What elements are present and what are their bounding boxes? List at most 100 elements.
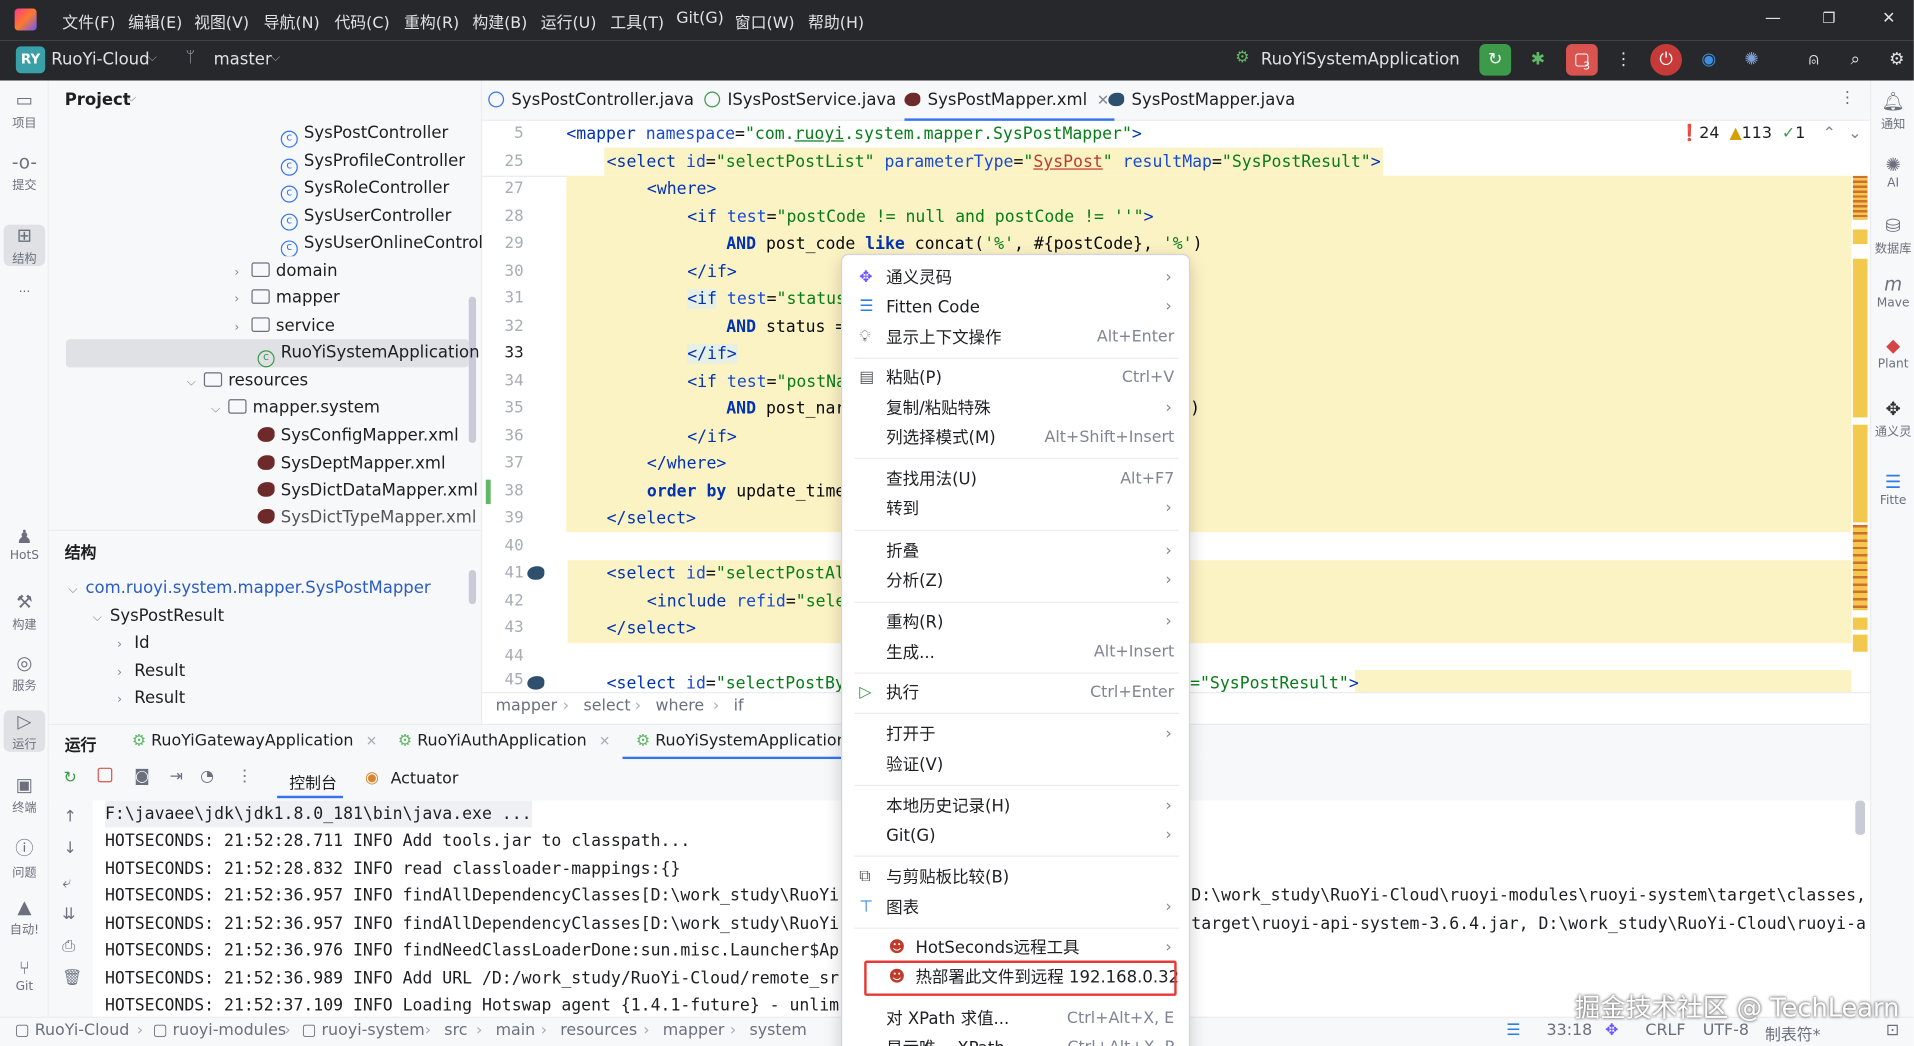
menu-item-folding[interactable]: 折叠 › [842,537,1189,566]
scrollbar-thumb[interactable] [1855,800,1866,835]
close-tab-icon[interactable]: ✕ [599,734,610,750]
project-badge[interactable]: RY [15,46,46,74]
tool-ai[interactable]: ✺ AI [1871,154,1914,191]
tab-syspostcontroller[interactable]: SysPostController.java [488,81,694,121]
tab-isyspostservice[interactable]: ISysPostService.java [704,81,896,121]
structure-item[interactable]: › Id [117,630,149,657]
menu-item-goto[interactable]: 转到 › [842,494,1189,523]
tree-item[interactable]: c SysRoleController [280,175,449,203]
tree-item[interactable]: › mapper [234,284,339,311]
settings-gear-icon[interactable]: ⚙ [1881,44,1913,76]
menu-refactor[interactable]: 重构(R) [404,10,459,33]
menu-item-generate[interactable]: 生成... Alt+Insert [842,638,1189,667]
search-icon[interactable]: ⌕ [1839,44,1871,76]
menu-item-diagrams[interactable]: ⊤ 图表 › [842,893,1189,922]
tree-item[interactable]: › domain [234,258,337,285]
scroll-end-icon[interactable]: ⇊ [62,906,75,924]
code-line[interactable]: </if> [687,259,737,286]
status-path-item[interactable]: ▢ ruoyi-system [301,1022,424,1040]
tool-project[interactable]: ▭ 项目 [0,89,49,130]
menu-item-column-mode[interactable]: 列选择模式(M) Alt+Shift+Insert [842,424,1189,453]
close-tab-icon[interactable]: ✕ [366,734,377,750]
code-line[interactable]: <select id="selectPostList" parameterTyp… [607,149,1381,176]
menu-tools[interactable]: 工具(T) [610,10,664,33]
code-line[interactable]: <if test="postCode != null and postCode … [687,204,1153,231]
menu-item-compare-clipboard[interactable]: ⧉ 与剪贴板比较(B) [842,863,1189,892]
close-window-button[interactable]: ✕ [1882,10,1895,28]
wrap-icon[interactable]: ⤶ [62,874,71,892]
chevron-down-icon[interactable]: ⌄ [1848,124,1861,142]
tree-item[interactable]: ⌵ mapper.system [211,394,380,421]
tool-tongyi[interactable]: ✥ 通义灵 [1871,398,1914,439]
code-line[interactable]: AND status = [726,314,841,341]
code-line[interactable]: order by update_time [647,478,841,505]
menu-navigate[interactable]: 导航(N) [264,10,320,33]
menu-item-git[interactable]: Git(G) › [842,821,1189,850]
inspection-widget[interactable]: ❗24 ▲113 ✓1 ⌃ ⌄ [1680,124,1862,142]
tabs-more-icon[interactable]: ⋮ [1839,89,1855,107]
tree-item[interactable]: c SysProfileController [280,148,465,176]
tool-maven[interactable]: m Mave [1871,273,1914,310]
menu-item-local-history[interactable]: 本地历史记录(H) › [842,792,1189,821]
run-config-selector[interactable]: RuoYiSystemApplication [1261,50,1460,70]
menu-item-context-actions[interactable]: 💡︎ 显示上下文操作 Alt+Enter [842,323,1189,352]
tree-item[interactable]: c SysUserOnlineControlle [280,229,482,257]
status-path-item[interactable]: mapper [663,1022,725,1040]
status-path-item[interactable]: ▢ RuoYi-Cloud [15,1022,130,1040]
tree-item[interactable]: c SysPostController [280,120,448,148]
menu-item-fitten[interactable]: ☰ Fitten Code › [842,293,1189,322]
tab-syspostmapper-xml[interactable]: SysPostMapper.xml ✕ [904,81,1115,121]
rerun-icon[interactable]: ↻ [1479,43,1512,76]
maximize-button[interactable]: ❐ [1822,10,1835,27]
rerun-icon[interactable]: ↻ [63,769,76,787]
tree-item[interactable]: › service [234,312,335,339]
menu-item-tongyi[interactable]: ✥ 通义灵码 › [842,264,1189,293]
menu-edit[interactable]: 编辑(E) [128,10,182,33]
print-icon[interactable]: ⎙ [62,937,75,955]
run-tab-system[interactable]: ⚙ RuoYiSystemApplication [636,732,841,750]
code-line[interactable]: </where> [647,450,726,477]
trash-icon[interactable]: 🗑︎ [62,969,82,987]
tool-services[interactable]: ◎ 服务 [0,652,49,693]
code-line[interactable]: </if> [687,341,737,368]
status-path-item[interactable]: system [749,1022,806,1040]
add-user-icon[interactable]: ⍝ [1798,44,1830,76]
fitten-status-icon[interactable]: ☰ [1506,1022,1520,1040]
scrollbar-thumb[interactable] [468,569,477,605]
status-path-item[interactable]: resources [560,1022,637,1040]
menu-code[interactable]: 代码(C) [334,10,389,33]
arrow-down-icon[interactable]: ↓ [63,840,76,858]
tree-item[interactable]: SysDictTypeMapper.xml [257,504,476,528]
menu-item-open-in[interactable]: 打开于 › [842,720,1189,749]
tool-run[interactable]: ▷ 运行 [3,710,46,752]
stop-icon[interactable] [97,767,113,783]
chevron-up-icon[interactable]: ⌃ [1823,124,1836,142]
menu-item-analyze[interactable]: 分析(Z) › [842,566,1189,595]
breadcrumb-item[interactable]: select [583,697,630,715]
run-tab-gateway[interactable]: ⚙ RuoYiGatewayApplication ✕ [132,732,377,750]
tool-more[interactable]: ··· [0,286,49,299]
code-line[interactable]: <include refid="sele [647,588,841,615]
tree-item[interactable]: SysDictDataMapper.xml [257,477,478,504]
structure-item[interactable]: › Result [117,658,185,685]
tree-item[interactable]: SysDeptMapper.xml [257,450,446,477]
run-tab-auth[interactable]: ⚙ RuoYiAuthApplication ✕ [398,732,610,750]
status-path-item[interactable]: main [496,1022,536,1040]
tool-auto[interactable]: ▲ 自动! [0,896,49,937]
subtab-actuator[interactable]: Actuator [391,770,459,788]
menu-window[interactable]: 窗口(W) [735,10,795,33]
more-icon[interactable]: ⋮ [1608,44,1640,76]
tree-item-selected[interactable]: c RuoYiSystemApplication [257,339,480,368]
menu-item-hotseconds-tools[interactable]: ☻ HotSeconds远程工具 › [842,934,1189,963]
status-path-item[interactable]: ▢ ruoyi-modules [153,1022,287,1040]
breadcrumb-item[interactable]: mapper [496,697,558,715]
menu-item-execute[interactable]: ▷ 执行 Ctrl+Enter [842,679,1189,708]
debug-icon[interactable]: ✱ [1522,44,1554,76]
code-line[interactable]: ="SysPostResult"> [1190,670,1359,692]
code-line[interactable]: <where> [647,176,716,203]
menu-item-find-usages[interactable]: 查找用法(U) Alt+F7 [842,465,1189,494]
tool-database[interactable]: ⛁ 数据库 [1871,215,1914,256]
scrollbar-thumb[interactable] [468,296,477,444]
code-line[interactable]: <if test="status [687,286,841,313]
menu-item-refactor[interactable]: 重构(R) › [842,608,1189,637]
